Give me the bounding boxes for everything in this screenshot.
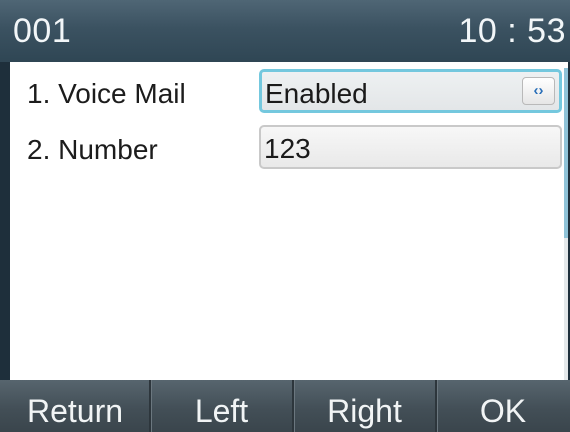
scrollbar-thumb[interactable] [564, 68, 568, 238]
phone-screen: 001 10 : 53 1. Voice Mail Enabled ‹› 2. … [0, 0, 570, 432]
settings-panel: 1. Voice Mail Enabled ‹› 2. Number 123 [10, 62, 568, 380]
status-bar: 001 10 : 53 [0, 0, 570, 62]
voice-mail-select[interactable]: Enabled ‹› [259, 69, 562, 113]
clock: 10 : 53 [458, 12, 566, 50]
left-softkey[interactable]: Left [150, 380, 293, 432]
number-label: 2. Number [27, 134, 158, 165]
voice-mail-label: 1. Voice Mail [27, 78, 186, 109]
setting-row-number[interactable]: 2. Number 123 [10, 122, 568, 182]
left-right-arrows-icon[interactable]: ‹› [522, 77, 555, 105]
softkey-bar: Return Left Right OK [0, 380, 570, 432]
number-input[interactable]: 123 [259, 125, 562, 169]
setting-row-voice-mail[interactable]: 1. Voice Mail Enabled ‹› [10, 66, 568, 126]
return-softkey[interactable]: Return [0, 380, 150, 432]
right-softkey[interactable]: Right [293, 380, 436, 432]
scrollbar[interactable] [564, 68, 568, 380]
ok-softkey[interactable]: OK [436, 380, 570, 432]
number-value: 123 [264, 133, 311, 164]
account-label: 001 [13, 12, 72, 50]
voice-mail-value: Enabled [265, 78, 368, 109]
